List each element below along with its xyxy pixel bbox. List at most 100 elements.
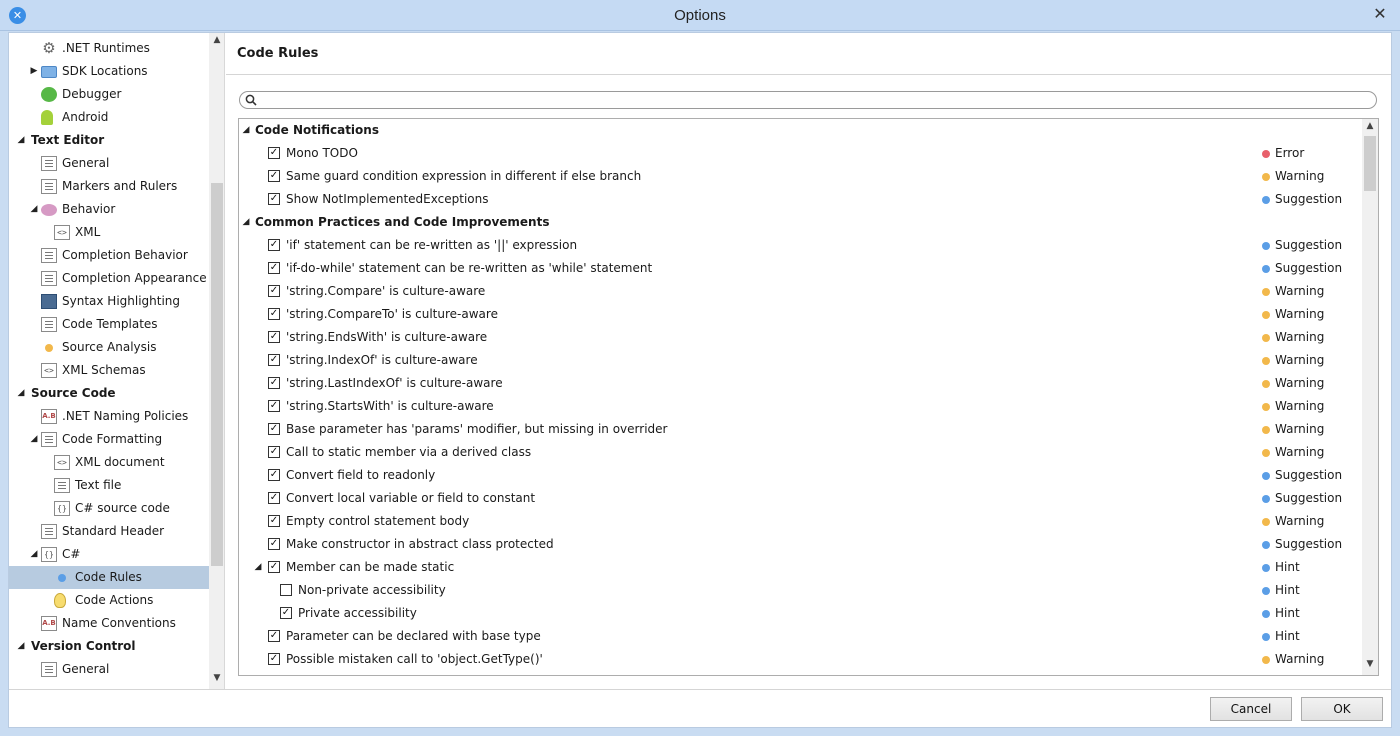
rule-row[interactable]: Non-private accessibility Hint (239, 579, 1359, 602)
tree-item[interactable]: Text file (9, 474, 209, 497)
rule-checkbox[interactable]: ✓ (268, 285, 280, 297)
tree-item[interactable]: Completion Appearance (9, 267, 209, 290)
tree-item[interactable]: Completion Behavior (9, 244, 209, 267)
collapse-arrow-icon[interactable]: ◢ (241, 119, 251, 142)
cancel-button[interactable]: Cancel (1210, 697, 1292, 721)
collapse-arrow-icon[interactable]: ◢ (29, 198, 39, 221)
scroll-up-arrow-icon[interactable]: ▲ (1362, 121, 1378, 135)
search-icon (245, 94, 257, 106)
collapse-arrow-icon[interactable]: ◢ (241, 211, 251, 234)
tree-scrollbar[interactable]: ▲ ▼ (209, 33, 224, 689)
tree-item[interactable]: ◢ Behavior (9, 198, 209, 221)
rule-label: Convert field to readonly (286, 468, 436, 482)
rule-category-row[interactable]: ◢ Code Notifications (239, 119, 1359, 142)
ok-button[interactable]: OK (1301, 697, 1383, 721)
rule-row[interactable]: ✓ 'string.LastIndexOf' is culture-aware Wa… (239, 372, 1359, 395)
rule-category-row[interactable]: ◢ Common Practices and Code Improvements (239, 211, 1359, 234)
rule-checkbox[interactable]: ✓ (268, 170, 280, 182)
tree-item[interactable]: Markers and Rulers (9, 175, 209, 198)
tree-item[interactable]: <> XML (9, 221, 209, 244)
rule-checkbox[interactable]: ✓ (268, 239, 280, 251)
rule-row[interactable]: ✓ 'string.IndexOf' is culture-aware Warnin… (239, 349, 1359, 372)
rule-row[interactable]: ✓ 'string.StartsWith' is culture-aware War… (239, 395, 1359, 418)
tree-item[interactable]: General (9, 658, 209, 681)
tree-item[interactable]: Code Rules (9, 566, 209, 589)
rules-scrollbar-thumb[interactable] (1364, 136, 1376, 191)
tree-item[interactable]: A.B Name Conventions (9, 612, 209, 635)
rule-checkbox[interactable]: ✓ (268, 653, 280, 665)
tree-item[interactable]: Standard Header (9, 520, 209, 543)
rule-checkbox[interactable]: ✓ (268, 515, 280, 527)
tree-item[interactable]: Android (9, 106, 209, 129)
tree-item[interactable]: <> XML document (9, 451, 209, 474)
rule-row[interactable]: ✓ Make constructor in abstract class prot… (239, 533, 1359, 556)
rule-checkbox[interactable]: ✓ (268, 262, 280, 274)
rule-checkbox[interactable]: ✓ (268, 423, 280, 435)
rule-checkbox[interactable]: ✓ (268, 308, 280, 320)
tree-item[interactable]: ◢ Version Control (9, 635, 209, 658)
scroll-down-arrow-icon[interactable]: ▼ (209, 673, 224, 687)
scroll-up-arrow-icon[interactable]: ▲ (209, 35, 224, 49)
rule-checkbox[interactable]: ✓ (268, 469, 280, 481)
search-box[interactable] (239, 91, 1377, 109)
collapse-arrow-icon[interactable]: ◢ (16, 635, 26, 658)
rule-checkbox[interactable]: ✓ (280, 607, 292, 619)
tree-item[interactable]: Code Templates (9, 313, 209, 336)
collapse-arrow-icon[interactable]: ◢ (29, 428, 39, 451)
tree-item[interactable]: Code Actions (9, 589, 209, 612)
close-window-button[interactable]: ✕ (1370, 4, 1390, 24)
rule-row[interactable]: ✓ 'string.CompareTo' is culture-aware Warn… (239, 303, 1359, 326)
rule-checkbox[interactable]: ✓ (268, 400, 280, 412)
scroll-down-arrow-icon[interactable]: ▼ (1362, 659, 1378, 673)
rule-checkbox[interactable]: ✓ (268, 630, 280, 642)
rule-row[interactable]: ✓ Parameter can be declared with base typ… (239, 625, 1359, 648)
collapse-arrow-icon[interactable]: ◢ (16, 129, 26, 152)
rule-row[interactable]: ✓ 'if' statement can be re-written as '||… (239, 234, 1359, 257)
rule-row[interactable]: ✓ Private accessibility Hint (239, 602, 1359, 625)
search-input[interactable] (262, 93, 1362, 107)
tree-item[interactable]: ◢{} C# (9, 543, 209, 566)
collapse-arrow-icon[interactable]: ◢ (29, 543, 39, 566)
rule-row[interactable]: ✓ Convert field to readonly Suggestion (239, 464, 1359, 487)
tree-item[interactable]: ⚙ .NET Runtimes (9, 37, 209, 60)
tree-item[interactable]: Debugger (9, 83, 209, 106)
rule-checkbox[interactable]: ✓ (268, 446, 280, 458)
tree-item[interactable]: ◢ Text Editor (9, 129, 209, 152)
rule-row[interactable]: ✓ 'string.Compare' is culture-aware Warnin… (239, 280, 1359, 303)
rule-checkbox[interactable]: ✓ (268, 193, 280, 205)
tree-item[interactable]: Syntax Highlighting (9, 290, 209, 313)
rule-row[interactable]: ✓ Possible mistaken call to 'object.GetTy… (239, 648, 1359, 671)
tree-item[interactable]: {} C# source code (9, 497, 209, 520)
rules-scrollbar[interactable]: ▲ ▼ (1362, 119, 1378, 675)
tree-item[interactable]: A.B .NET Naming Policies (9, 405, 209, 428)
rule-checkbox[interactable]: ✓ (268, 147, 280, 159)
tree-item[interactable]: General (9, 152, 209, 175)
rule-checkbox[interactable]: ✓ (268, 354, 280, 366)
collapse-arrow-icon[interactable]: ◢ (16, 382, 26, 405)
rule-row[interactable]: ✓ Convert local variable or field to cons… (239, 487, 1359, 510)
rule-checkbox[interactable]: ✓ (268, 377, 280, 389)
rule-row[interactable]: ✓ Base parameter has 'params' modifier, b… (239, 418, 1359, 441)
rule-row[interactable]: ✓ Mono TODO Error (239, 142, 1359, 165)
rule-row[interactable]: ✓ Call to static member via a derived cla… (239, 441, 1359, 464)
rule-checkbox[interactable]: ✓ (268, 492, 280, 504)
rule-checkbox[interactable]: ✓ (268, 331, 280, 343)
tree-item[interactable]: ◢ Source Code (9, 382, 209, 405)
collapse-arrow-icon[interactable]: ◢ (253, 556, 263, 579)
rule-row[interactable]: ✓ 'string.EndsWith' is culture-aware Warni… (239, 326, 1359, 349)
rule-checkbox[interactable] (280, 584, 292, 596)
tree-item[interactable]: ▶ SDK Locations (9, 60, 209, 83)
rule-row[interactable]: ✓ Same guard condition expression in diff… (239, 165, 1359, 188)
tree-item[interactable]: <> XML Schemas (9, 359, 209, 382)
severity-label: Suggestion (1275, 261, 1343, 275)
tree-item[interactable]: ◢ Code Formatting (9, 428, 209, 451)
rule-checkbox[interactable]: ✓ (268, 561, 280, 573)
rule-row[interactable]: ✓ 'if-do-while' statement can be re-writt… (239, 257, 1359, 280)
rule-row[interactable]: ◢ ✓ Member can be made static Hint (239, 556, 1359, 579)
rule-row[interactable]: ✓ Show NotImplementedExceptions Suggestion (239, 188, 1359, 211)
tree-item[interactable]: Source Analysis (9, 336, 209, 359)
expand-arrow-icon[interactable]: ▶ (29, 60, 39, 83)
rule-checkbox[interactable]: ✓ (268, 538, 280, 550)
rule-row[interactable]: ✓ Empty control statement body Warning (239, 510, 1359, 533)
tree-scrollbar-thumb[interactable] (211, 183, 223, 566)
